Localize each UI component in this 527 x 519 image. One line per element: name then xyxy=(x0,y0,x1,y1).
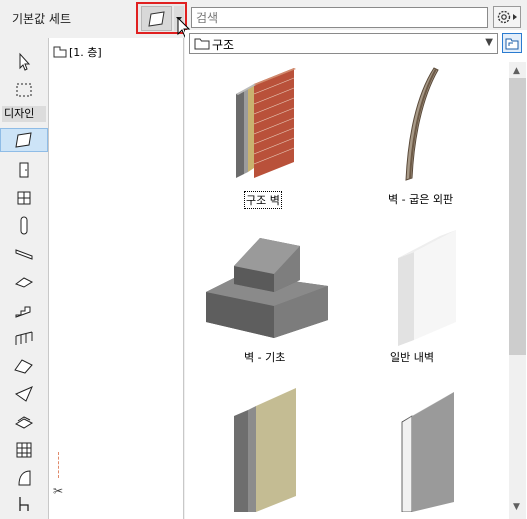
library-item-label[interactable]: 일반 내벽 xyxy=(390,349,434,365)
search-input[interactable] xyxy=(192,8,480,27)
column-tool[interactable] xyxy=(8,214,40,238)
tree-item[interactable]: [1. 층] xyxy=(53,44,102,60)
scroll-up-icon[interactable]: ▲ xyxy=(513,66,520,76)
arrow-tool[interactable] xyxy=(8,50,40,74)
mesh-tool[interactable] xyxy=(8,410,40,434)
curtain-wall-icon xyxy=(16,442,32,458)
roof-icon xyxy=(14,359,33,374)
gear-icon xyxy=(497,10,517,24)
roof-tool[interactable] xyxy=(8,354,40,378)
search-field[interactable] xyxy=(191,7,488,28)
chair-icon xyxy=(19,497,29,511)
curtain-wall-tool[interactable] xyxy=(8,438,40,462)
scissors-icon[interactable]: ✂ xyxy=(53,484,67,500)
folder-icon xyxy=(194,38,210,50)
scrollbar-thumb[interactable] xyxy=(509,78,526,355)
thumbnail-wall-item-6[interactable] xyxy=(392,382,482,512)
railing-tool[interactable] xyxy=(8,326,40,350)
slab-tool[interactable] xyxy=(8,270,40,294)
object-tool[interactable] xyxy=(8,492,40,516)
story-icon xyxy=(53,46,67,58)
library-item-label[interactable]: 벽 - 굽은 외판 xyxy=(388,191,453,207)
wall-icon xyxy=(15,132,32,148)
wall-tool[interactable] xyxy=(0,128,48,152)
thumbnail-interior-wall[interactable] xyxy=(392,222,476,346)
door-tool[interactable] xyxy=(8,158,40,182)
thumbnail-foundation-wall[interactable] xyxy=(202,222,332,342)
beam-tool[interactable] xyxy=(8,242,40,266)
window-tool[interactable] xyxy=(8,186,40,210)
divider xyxy=(58,452,60,478)
arrow-pointer-icon xyxy=(19,52,31,71)
marquee-icon xyxy=(16,83,32,97)
railing-icon xyxy=(15,331,33,345)
morph-icon xyxy=(18,470,31,486)
folder-up-button[interactable] xyxy=(502,33,522,53)
settings-menu-button[interactable] xyxy=(493,6,521,28)
tree-item-label: [1. 층] xyxy=(69,46,102,59)
morph-tool[interactable] xyxy=(8,466,40,490)
folder-selector[interactable]: 구조 ▼ xyxy=(189,33,498,54)
slab-icon xyxy=(14,277,34,288)
beam-icon xyxy=(15,249,33,260)
wall-icon xyxy=(141,6,172,31)
folder-name: 구조 xyxy=(212,38,235,52)
section-label-design: 디자인 xyxy=(2,106,46,122)
thumbnail-structural-wall[interactable] xyxy=(214,64,318,188)
library-item-label[interactable]: 벽 - 기초 xyxy=(244,349,285,365)
library-item-label[interactable]: 구조 벽 xyxy=(244,191,282,209)
thumbnail-wall-item-5[interactable] xyxy=(222,382,322,512)
mesh-icon xyxy=(14,416,34,429)
column-icon xyxy=(20,216,28,235)
stair-icon xyxy=(15,306,31,318)
folder-up-icon xyxy=(505,38,519,50)
panel-title: 기본값 세트 xyxy=(12,12,72,26)
window-icon xyxy=(17,191,31,205)
door-icon xyxy=(19,162,29,178)
navigator-tree: [1. 층] xyxy=(49,38,184,519)
scroll-down-icon[interactable]: ▼ xyxy=(513,502,520,512)
thumbnail-curved-wall[interactable] xyxy=(382,64,466,188)
shell-icon xyxy=(14,386,33,402)
stair-tool[interactable] xyxy=(8,298,40,322)
chevron-down-icon: ▼ xyxy=(485,37,493,48)
marquee-tool[interactable] xyxy=(8,78,40,102)
shell-tool[interactable] xyxy=(8,382,40,406)
toolbox: 디자인 xyxy=(0,38,49,519)
